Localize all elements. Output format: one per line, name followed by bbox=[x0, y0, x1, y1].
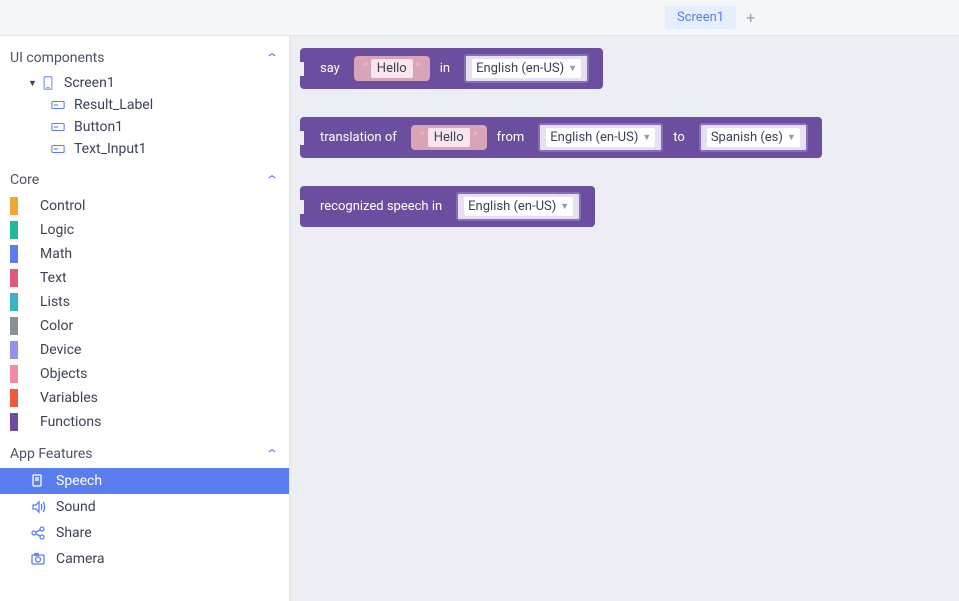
app-features-header[interactable]: App Features ⌃ bbox=[0, 440, 289, 468]
label-icon bbox=[50, 99, 66, 112]
core-item-label: Functions bbox=[40, 414, 101, 430]
from-language-dropdown[interactable]: English (en-US)▼ bbox=[538, 123, 663, 152]
share-icon bbox=[30, 524, 48, 542]
feature-label: Speech bbox=[56, 473, 102, 489]
feature-label: Camera bbox=[56, 551, 105, 567]
tree-label: Screen1 bbox=[64, 75, 115, 91]
string-value[interactable]: Hello bbox=[428, 128, 470, 147]
top-tab-bar: Screen1 + bbox=[0, 0, 959, 36]
core-item-label: Lists bbox=[40, 294, 70, 310]
block-canvas[interactable]: say “ Hello ” in English (en-US)▼ bbox=[290, 36, 959, 601]
section-title: UI components bbox=[10, 50, 105, 66]
string-socket[interactable]: “ Hello ” bbox=[411, 125, 487, 150]
quote-close-icon: ” bbox=[470, 130, 481, 146]
speech-icon bbox=[30, 472, 48, 490]
section-title: App Features bbox=[10, 446, 93, 462]
core-item-label: Variables bbox=[40, 390, 98, 406]
core-item-objects[interactable]: Objects bbox=[0, 362, 289, 386]
core-header[interactable]: Core ⌃ bbox=[0, 166, 289, 194]
dropdown-arrow-icon: ▼ bbox=[642, 132, 651, 143]
block-label: from bbox=[497, 130, 525, 145]
feature-share[interactable]: Share bbox=[0, 520, 289, 546]
string-value[interactable]: Hello bbox=[371, 59, 413, 78]
core-item-label: Control bbox=[40, 198, 85, 214]
sound-icon bbox=[30, 498, 48, 516]
tree-label: Result_Label bbox=[74, 97, 153, 113]
color-bar-icon bbox=[10, 269, 18, 287]
core-item-functions[interactable]: Functions bbox=[0, 410, 289, 434]
tree-label: Button1 bbox=[74, 119, 123, 135]
block-label: recognized speech in bbox=[320, 199, 442, 214]
to-language-dropdown[interactable]: Spanish (es)▼ bbox=[699, 123, 808, 152]
section-title: Core bbox=[10, 172, 39, 188]
color-bar-icon bbox=[10, 245, 18, 263]
block-label: in bbox=[440, 61, 450, 76]
tree-item-text-input1[interactable]: Text_Input1 bbox=[0, 138, 289, 160]
core-item-variables[interactable]: Variables bbox=[0, 386, 289, 410]
dropdown-arrow-icon: ▼ bbox=[787, 132, 796, 143]
add-screen-button[interactable]: + bbox=[746, 8, 755, 27]
tree-caret-icon: ▼ bbox=[28, 78, 40, 89]
core-item-lists[interactable]: Lists bbox=[0, 290, 289, 314]
block-label: to bbox=[673, 130, 685, 145]
color-bar-icon bbox=[10, 317, 18, 335]
feature-sound[interactable]: Sound bbox=[0, 494, 289, 520]
tree-label: Text_Input1 bbox=[74, 141, 147, 157]
color-bar-icon bbox=[10, 413, 18, 431]
feature-label: Share bbox=[56, 525, 92, 541]
language-dropdown[interactable]: English (en-US)▼ bbox=[464, 54, 589, 83]
tree-item-result-label[interactable]: Result_Label bbox=[0, 94, 289, 116]
core-item-label: Device bbox=[40, 342, 81, 358]
color-bar-icon bbox=[10, 365, 18, 383]
quote-close-icon: ” bbox=[413, 61, 424, 77]
core-item-logic[interactable]: Logic bbox=[0, 218, 289, 242]
ui-components-header[interactable]: UI components ⌃ bbox=[0, 44, 289, 72]
chevron-up-icon: ⌃ bbox=[265, 51, 279, 65]
string-socket[interactable]: “ Hello ” bbox=[354, 56, 430, 81]
feature-label: Sound bbox=[56, 499, 96, 515]
translation-block[interactable]: translation of “ Hello ” from English (e… bbox=[300, 117, 822, 158]
core-item-label: Math bbox=[40, 246, 72, 262]
core-item-label: Color bbox=[40, 318, 73, 334]
core-item-label: Logic bbox=[40, 222, 74, 238]
screen-icon bbox=[40, 77, 56, 90]
button-icon bbox=[50, 121, 66, 134]
dropdown-arrow-icon: ▼ bbox=[568, 63, 577, 74]
core-item-control[interactable]: Control bbox=[0, 194, 289, 218]
dropdown-arrow-icon: ▼ bbox=[560, 201, 569, 212]
chevron-up-icon: ⌃ bbox=[265, 173, 279, 187]
quote-open-icon: “ bbox=[417, 130, 428, 146]
color-bar-icon bbox=[10, 221, 18, 239]
sidebar: UI components ⌃ ▼ Screen1 Result_Label B… bbox=[0, 36, 290, 601]
core-item-device[interactable]: Device bbox=[0, 338, 289, 362]
core-item-text[interactable]: Text bbox=[0, 266, 289, 290]
screen-tab[interactable]: Screen1 bbox=[665, 6, 736, 29]
block-label: say bbox=[320, 61, 340, 76]
block-label: translation of bbox=[320, 130, 397, 145]
text-input-icon bbox=[50, 143, 66, 156]
camera-icon bbox=[30, 550, 48, 568]
core-item-math[interactable]: Math bbox=[0, 242, 289, 266]
color-bar-icon bbox=[10, 389, 18, 407]
core-item-label: Text bbox=[40, 270, 67, 286]
chevron-up-icon: ⌃ bbox=[265, 447, 279, 461]
color-bar-icon bbox=[10, 341, 18, 359]
feature-speech[interactable]: Speech bbox=[0, 468, 289, 494]
say-block[interactable]: say “ Hello ” in English (en-US)▼ bbox=[300, 48, 603, 89]
feature-camera[interactable]: Camera bbox=[0, 546, 289, 572]
quote-open-icon: “ bbox=[360, 61, 371, 77]
core-item-color[interactable]: Color bbox=[0, 314, 289, 338]
recognized-speech-block[interactable]: recognized speech in English (en-US)▼ bbox=[300, 186, 595, 227]
tree-item-button1[interactable]: Button1 bbox=[0, 116, 289, 138]
color-bar-icon bbox=[10, 293, 18, 311]
language-dropdown[interactable]: English (en-US)▼ bbox=[456, 192, 581, 221]
color-bar-icon bbox=[10, 197, 18, 215]
tree-item-screen1[interactable]: ▼ Screen1 bbox=[0, 72, 289, 94]
core-item-label: Objects bbox=[40, 366, 87, 382]
